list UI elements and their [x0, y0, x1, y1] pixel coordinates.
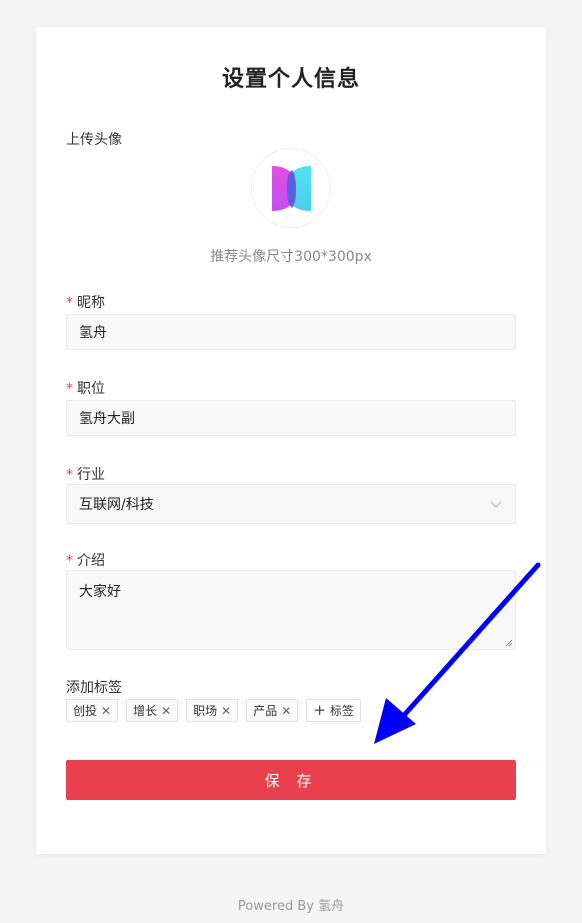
tags-label: 添加标签: [66, 680, 122, 696]
footer-powered-by: Powered By 氢舟: [237, 899, 345, 914]
save-button[interactable]: 保 存: [66, 760, 516, 800]
tag-item: 创投 ✕: [66, 699, 119, 722]
required-mark: *: [66, 467, 73, 483]
intro-value: 大家好: [79, 584, 121, 600]
intro-textarea[interactable]: 大家好: [66, 570, 516, 650]
tag-list: 创投 ✕ 增长 ✕ 职场 ✕ 产品 ✕ + 标签: [66, 699, 361, 722]
nickname-value: 氢舟: [79, 325, 107, 341]
close-icon[interactable]: ✕: [221, 705, 231, 717]
avatar-label: 上传头像: [66, 132, 122, 148]
page-title: 设置个人信息: [221, 67, 360, 92]
resize-handle-icon[interactable]: [505, 639, 513, 647]
tag-text: 创投: [73, 704, 98, 718]
intro-label: * 介绍: [66, 550, 105, 570]
nickname-label-text: 昵称: [77, 295, 105, 311]
industry-label-text: 行业: [77, 467, 105, 483]
avatar-size-hint: 推荐头像尺寸300*300px: [210, 249, 372, 265]
position-value: 氢舟大副: [79, 411, 135, 427]
avatar-upload[interactable]: [251, 148, 331, 228]
tag-text: 增长: [133, 704, 158, 718]
nickname-label: * 昵称: [66, 292, 105, 312]
required-mark: *: [66, 381, 73, 397]
tag-item: 职场 ✕: [186, 699, 239, 722]
tag-text: 产品: [253, 704, 278, 718]
position-label-text: 职位: [77, 381, 105, 397]
chevron-down-icon: [490, 501, 502, 508]
close-icon[interactable]: ✕: [281, 705, 291, 717]
industry-label: * 行业: [66, 464, 105, 484]
required-mark: *: [66, 553, 73, 569]
add-tag-label: 标签: [329, 704, 354, 718]
plus-icon: +: [313, 701, 326, 719]
tag-item: 产品 ✕: [246, 699, 299, 722]
brand-logo-icon: [272, 166, 311, 211]
nickname-input[interactable]: 氢舟: [66, 314, 516, 350]
close-icon[interactable]: ✕: [101, 705, 111, 717]
position-input[interactable]: 氢舟大副: [66, 400, 516, 436]
tag-text: 职场: [193, 704, 218, 718]
add-tag-button[interactable]: + 标签: [306, 699, 361, 722]
position-label: * 职位: [66, 378, 105, 398]
industry-select[interactable]: 互联网/科技: [66, 484, 516, 524]
close-icon[interactable]: ✕: [161, 705, 171, 717]
intro-label-text: 介绍: [77, 553, 105, 569]
required-mark: *: [66, 295, 73, 311]
tag-item: 增长 ✕: [126, 699, 179, 722]
industry-value: 互联网/科技: [79, 497, 154, 513]
profile-card: 设置个人信息 上传头像 推荐头像尺寸300*300px * 昵称 氢舟 * 职位…: [36, 27, 546, 854]
